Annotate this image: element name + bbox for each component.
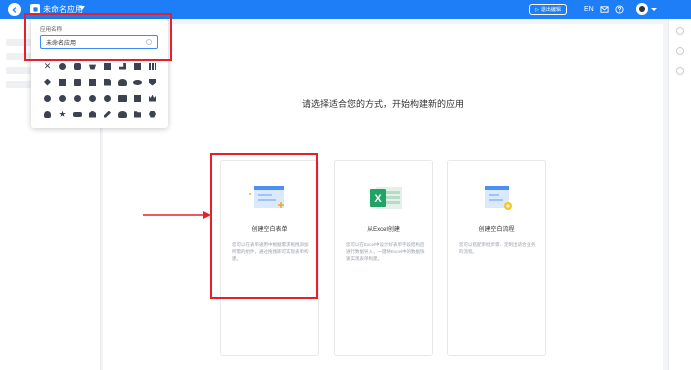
right-rail: [668, 19, 691, 370]
calculator-icon[interactable]: [85, 74, 100, 90]
main-canvas: 请选择适合您的方式，开始构建新的应用 创建空白表单 您可以在表单通用中根据需求拖…: [103, 24, 663, 370]
hexagon-icon[interactable]: [145, 106, 160, 122]
language-switch[interactable]: EN: [584, 4, 594, 15]
highlight-box-app-name: [24, 13, 172, 61]
cloud-upload-icon[interactable]: [115, 106, 130, 122]
video-icon[interactable]: [130, 90, 145, 106]
chevron-down-icon[interactable]: [79, 6, 85, 10]
card-title: 创建空白流程: [478, 227, 515, 233]
help-icon[interactable]: [614, 4, 624, 14]
card-title: 从Excel创建: [367, 227, 400, 233]
badge-icon[interactable]: [40, 90, 55, 106]
excel-icon: X: [370, 187, 402, 209]
workflow-illustration-icon: [485, 186, 512, 210]
tv-icon[interactable]: [115, 90, 130, 106]
globe-icon[interactable]: [100, 90, 115, 106]
document-icon[interactable]: [100, 74, 115, 90]
target-icon[interactable]: [70, 90, 85, 106]
folder-icon[interactable]: [130, 106, 145, 122]
info-icon[interactable]: [676, 67, 684, 75]
bank-icon[interactable]: [85, 106, 100, 122]
arrow-right-icon: [143, 211, 211, 219]
mail-icon[interactable]: [599, 4, 609, 14]
settings-icon[interactable]: [676, 27, 684, 35]
create-blank-workflow-card[interactable]: 创建空白流程 您可以搭配审批步骤、定制出适合业务的流程。: [447, 160, 546, 356]
gift-icon[interactable]: [55, 74, 70, 90]
back-button[interactable]: [8, 3, 21, 16]
star-icon[interactable]: [55, 106, 70, 122]
arrow-left-icon: [11, 6, 16, 13]
chevron-down-icon[interactable]: [651, 8, 657, 11]
cog-icon[interactable]: [85, 90, 100, 106]
create-from-excel-card[interactable]: X 从Excel创建 您可以在Excel中设计好表单字段结构后进行数据导入，一键…: [334, 160, 433, 356]
icon-picker-grid: ✕: [40, 58, 160, 122]
shield-icon[interactable]: [145, 74, 160, 90]
car-icon[interactable]: [70, 106, 85, 122]
svg-text:X: X: [374, 193, 382, 205]
highlight-box-blank-form: [210, 153, 318, 299]
exit-edit-button[interactable]: ▷ 退出编辑: [529, 4, 567, 15]
crown-icon[interactable]: [145, 90, 160, 106]
page-title: 请选择适合您的方式，开始构建新的应用: [301, 99, 464, 109]
box-icon[interactable]: [70, 74, 85, 90]
gear-icon[interactable]: [676, 47, 684, 55]
cloud-icon[interactable]: [115, 74, 130, 90]
exit-icon: ▷: [535, 6, 539, 13]
close-circle-icon[interactable]: [55, 90, 70, 106]
avatar[interactable]: [636, 3, 648, 15]
puzzle-icon[interactable]: [40, 74, 55, 90]
eye-icon[interactable]: [130, 74, 145, 90]
pen-icon[interactable]: [100, 106, 115, 122]
exit-edit-label: 退出编辑: [540, 7, 561, 13]
card-description: 您可以在Excel中设计好表单字段结构后进行数据导入，一键将Excel中的数据快…: [346, 242, 425, 261]
user-icon[interactable]: [40, 106, 55, 122]
card-description: 您可以搭配审批步骤、定制出适合业务的流程。: [459, 242, 536, 254]
